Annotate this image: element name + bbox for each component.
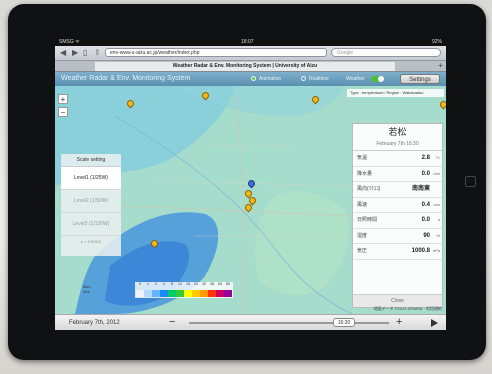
- legend-value-label: 0: [139, 282, 141, 286]
- info-row-wind-direction: 風向(ﾏｸｽｺ) 南南東: [353, 182, 442, 198]
- legend-color-swatch: [200, 290, 208, 297]
- weather-map[interactable]: Type : temperature ⁄ Region : Wakamatsu …: [55, 86, 446, 314]
- settings-button[interactable]: Settings: [400, 74, 440, 84]
- scale-mi: 3mi: [83, 289, 90, 294]
- time-minus-button[interactable]: −: [169, 315, 175, 330]
- legend-value-label: 1: [147, 282, 149, 286]
- legend-value-label: 64: [218, 282, 222, 286]
- map-scale-bar: 5km 3mi: [83, 284, 91, 294]
- zoom-out-button[interactable]: −: [58, 107, 68, 117]
- legend-value-label: 24: [194, 282, 198, 286]
- app-title: Weather Radar & Env. Monitoring System: [61, 75, 191, 82]
- legend-value-label: 12: [178, 282, 182, 286]
- new-tab-icon[interactable]: +: [438, 61, 443, 71]
- type-region-bar: Type : temperature ⁄ Region : Wakamatsu: [347, 89, 444, 97]
- station-pin-icon[interactable]: [243, 202, 254, 213]
- safari-toolbar: ◀ ▶ ▯ ⇪ env-www.u-aizu.ac.jp/weather/ind…: [55, 46, 446, 61]
- scale-level-3[interactable]: Level3 (1/100W): [61, 213, 121, 236]
- legend-color-swatch: [168, 290, 176, 297]
- carrier-label: SMSG ᯤ: [59, 39, 80, 45]
- url-field[interactable]: env-www.u-aizu.ac.jp/weather/index.php: [105, 48, 327, 57]
- app-header: Weather Radar & Env. Monitoring System A…: [55, 72, 446, 86]
- legend-color-swatch: [152, 290, 160, 297]
- rain-legend: 0 1 2 4 8 12 16 24 32 48 64 80: [135, 282, 233, 298]
- forward-arrow-icon[interactable]: ▶: [72, 48, 78, 58]
- station-pin-icon[interactable]: [438, 99, 446, 110]
- scale-note: x = 1/XXXX: [80, 239, 102, 244]
- legend-color-swatch: [184, 290, 192, 297]
- info-row-pressure: 気圧 1000.8 hPa: [353, 244, 442, 260]
- back-arrow-icon[interactable]: ◀: [60, 48, 66, 58]
- legend-value-label: 16: [186, 282, 190, 286]
- legend-color-swatch: [192, 290, 200, 297]
- time-slider-bar: February 7th, 2012 − 16:30 +: [55, 314, 446, 330]
- scale-level-2[interactable]: Level2 (1/50W): [61, 190, 121, 213]
- info-row-precipitation: 降水量 0.0 mm: [353, 167, 442, 182]
- time-plus-button[interactable]: +: [396, 315, 402, 330]
- legend-value-label: 32: [202, 282, 206, 286]
- info-row-temperature: 気温 2.8 °C: [353, 151, 442, 167]
- weather-toggle[interactable]: [371, 76, 384, 82]
- zoom-in-button[interactable]: +: [58, 94, 68, 104]
- realtime-radio-label: Realtime: [309, 76, 329, 82]
- legend-color-swatch: [176, 290, 184, 297]
- legend-color-swatch: [136, 290, 144, 297]
- legend-value-label: 4: [163, 282, 165, 286]
- map-copyright: 地図データ ©2012 ZENRIN · 利用規約: [373, 306, 442, 311]
- scale-level-1[interactable]: Level1 (1/25W): [61, 167, 121, 190]
- legend-color-swatch: [144, 290, 152, 297]
- station-pin-icon[interactable]: [149, 238, 160, 249]
- scale-setting-title: Scale setting: [61, 154, 121, 167]
- share-icon[interactable]: ⇪: [94, 48, 101, 58]
- play-icon[interactable]: [431, 319, 438, 327]
- legend-value-label: 8: [171, 282, 173, 286]
- weather-label: Weather: [346, 76, 365, 82]
- station-pin-icon[interactable]: [125, 98, 136, 109]
- animation-radio-label: Animation: [259, 76, 282, 82]
- station-pin-icon[interactable]: [200, 90, 211, 101]
- info-row-wind-speed: 風速 0.4 m/s: [353, 198, 442, 213]
- home-button[interactable]: [465, 176, 476, 187]
- timeline-date: February 7th, 2012: [69, 320, 120, 326]
- legend-value-label: 48: [210, 282, 214, 286]
- time-slider-handle[interactable]: 16:30: [333, 318, 355, 327]
- legend-color-swatch: [160, 290, 168, 297]
- station-date: February 7th 16:30: [353, 140, 442, 151]
- station-pin-icon[interactable]: [310, 94, 321, 105]
- clock-label: 18:07: [241, 39, 254, 45]
- scale-setting-panel: Scale setting Level1 (1/25W) Level2 (1/5…: [61, 154, 121, 256]
- info-row-sunshine: 日照時間 0.0 h: [353, 213, 442, 229]
- time-slider-track[interactable]: [189, 322, 389, 324]
- legend-color-swatch: [208, 290, 216, 297]
- animation-radio[interactable]: [251, 76, 256, 81]
- battery-label: 92%: [431, 39, 442, 45]
- tablet-screen: SMSG ᯤ 18:07 92% ◀ ▶ ▯ ⇪ env-www.u-aizu.…: [55, 38, 446, 330]
- station-info-panel: 若松 February 7th 16:30 気温 2.8 °C 降水量 0.0 mm 風…: [352, 123, 443, 308]
- browser-tab[interactable]: Weather Radar & Env. Monitoring System |…: [95, 62, 395, 71]
- selected-station-pin-icon[interactable]: [246, 178, 257, 189]
- realtime-radio[interactable]: [301, 76, 306, 81]
- legend-value-label: 80: [226, 282, 230, 286]
- info-row-humidity: 湿度 90%: [353, 229, 442, 244]
- search-field[interactable]: Google: [331, 48, 441, 57]
- legend-color-swatch: [224, 290, 232, 297]
- bookmarks-icon[interactable]: ▯: [83, 48, 87, 58]
- ios-status-bar: SMSG ᯤ 18:07 92%: [55, 38, 446, 46]
- legend-value-label: 2: [155, 282, 157, 286]
- station-name: 若松: [388, 127, 407, 137]
- legend-color-swatch: [216, 290, 224, 297]
- browser-tab-bar: Weather Radar & Env. Monitoring System |…: [55, 61, 446, 72]
